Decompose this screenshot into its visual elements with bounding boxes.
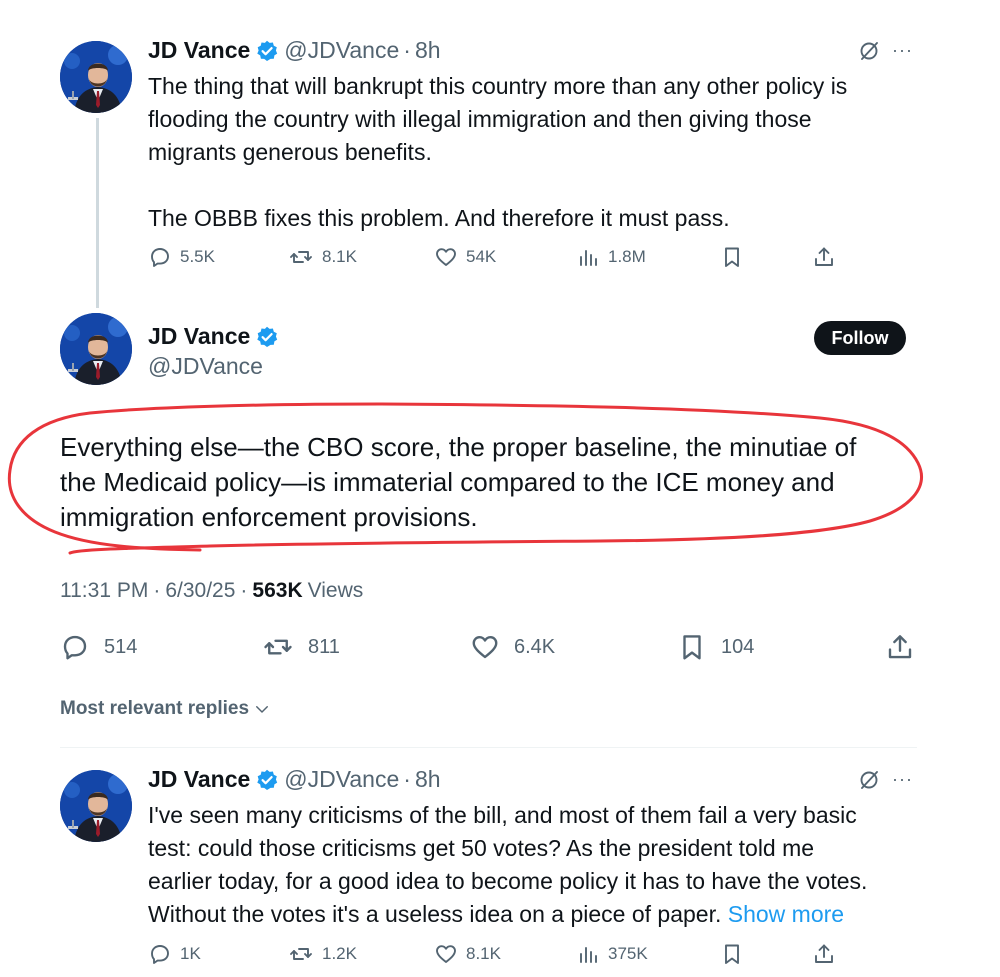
views-label: Views (307, 579, 364, 602)
repost-icon (264, 639, 292, 655)
reply-icon (63, 635, 87, 660)
reply-button[interactable]: 514 (60, 632, 137, 662)
share-icon (888, 635, 912, 659)
tweet-text-line: The OBBB fixes this problem. And therefo… (148, 205, 730, 231)
tweet-timestamp[interactable]: 8h (415, 766, 441, 793)
views-button[interactable]: 1.8M (576, 245, 646, 269)
like-count: 54K (466, 247, 497, 266)
views-button[interactable]: 375K (576, 942, 648, 966)
avatar[interactable] (60, 41, 132, 113)
tweet-timestamp[interactable]: 8h (415, 37, 441, 64)
reply-icon (151, 248, 169, 267)
replies-sort-label: Most relevant replies (60, 698, 250, 719)
tweet-text-line: I've seen many criticisms of the bill, a… (148, 802, 857, 828)
tweet-text-span: Without the votes it's a useless idea on… (148, 901, 722, 927)
reply-count: 514 (104, 635, 138, 658)
verified-badge-icon (256, 768, 279, 791)
verified-badge-icon (256, 39, 279, 62)
tweet-text-line: test: could those criticisms get 50 vote… (148, 835, 815, 861)
like-button[interactable]: 8.1K (434, 942, 501, 966)
chevron-down-icon (256, 706, 268, 713)
verified-badge-icon (256, 325, 279, 348)
separator-dot: · (403, 37, 411, 63)
tweet-text-line: immigration enforcement provisions. (60, 502, 478, 532)
avatar[interactable] (60, 313, 132, 385)
repost-button[interactable]: 8.1K (288, 245, 357, 269)
tweet-text: I've seen many criticisms of the bill, a… (148, 799, 968, 931)
repost-count: 8.1K (322, 247, 357, 266)
tweet-text-line: the Medicaid policy—is immaterial compar… (60, 467, 835, 497)
bookmark-count: 104 (721, 635, 755, 658)
replies-sort-dropdown[interactable]: Most relevant replies (60, 698, 271, 720)
reply-count: 5.5K (180, 247, 215, 266)
share-button[interactable] (812, 942, 836, 966)
views-chart-icon (580, 250, 597, 266)
tweet-text-line: Without the votes it's a useless idea on… (148, 898, 968, 931)
tweet-time[interactable]: 11:31 PM (60, 579, 148, 603)
like-count: 6.4K (514, 635, 556, 658)
tweet-text: The thing that will bankrupt this countr… (148, 70, 948, 235)
author-name[interactable]: JD Vance (148, 323, 250, 350)
views-count: 375K (608, 944, 648, 963)
divider (60, 747, 917, 748)
reply-button[interactable]: 1K (148, 942, 201, 966)
like-button[interactable]: 54K (434, 245, 496, 269)
main-tweet-text: Everything else—the CBO score, the prope… (60, 430, 940, 535)
repost-count: 811 (308, 635, 340, 658)
reply-count: 1K (180, 944, 201, 963)
share-button[interactable] (885, 632, 915, 662)
separator-dot: · (240, 579, 248, 602)
show-more-link[interactable]: Show more (728, 901, 844, 927)
heart-icon (472, 636, 498, 659)
heart-icon (436, 248, 456, 266)
like-count: 8.1K (466, 944, 501, 963)
views-chart-icon (580, 947, 597, 963)
bookmark-button[interactable] (720, 245, 744, 269)
share-icon (815, 944, 833, 963)
tweet-text-line: The thing that will bankrupt this countr… (148, 73, 848, 99)
tweet-text-line: earlier today, for a good idea to become… (148, 868, 868, 894)
repost-button[interactable]: 811 (262, 632, 340, 662)
bookmark-icon (683, 635, 701, 660)
reply-button[interactable]: 5.5K (148, 245, 215, 269)
author-name[interactable]: JD Vance (148, 766, 250, 793)
views-count: 563K (252, 579, 303, 602)
separator-dot: · (153, 579, 161, 602)
follow-button[interactable]: Follow (814, 321, 906, 355)
author-name[interactable]: JD Vance (148, 37, 250, 64)
tweet-text-line: Everything else—the CBO score, the prope… (60, 432, 857, 462)
tweet-text-line: migrants generous benefits. (148, 139, 432, 165)
bookmark-icon (725, 247, 739, 267)
bookmark-icon (725, 944, 739, 964)
heart-icon (436, 945, 456, 963)
tweet-date[interactable]: 6/30/25 (165, 579, 235, 603)
author-handle[interactable]: @JDVance (148, 353, 263, 380)
separator-dot: · (403, 766, 411, 792)
repost-button[interactable]: 1.2K (288, 942, 357, 966)
bookmark-button[interactable]: 104 (677, 632, 754, 662)
repost-icon (290, 948, 312, 960)
tweet-text-line: flooding the country with illegal immigr… (148, 106, 812, 132)
bookmark-button[interactable] (720, 942, 744, 966)
author-handle[interactable]: @JDVance (284, 37, 399, 64)
more-options-icon[interactable]: ··· (892, 769, 913, 790)
repost-count: 1.2K (322, 944, 357, 963)
grok-icon[interactable] (858, 769, 880, 796)
like-button[interactable]: 6.4K (470, 632, 555, 662)
more-options-icon[interactable]: ··· (892, 40, 913, 61)
share-icon (815, 247, 833, 266)
tweet-header: JD Vance @JDVance · 8h (148, 766, 441, 793)
share-button[interactable] (812, 245, 836, 269)
reply-icon (151, 945, 169, 964)
main-tweet-author: JD Vance (148, 323, 279, 350)
thread-connector-line (96, 118, 99, 308)
author-handle[interactable]: @JDVance (284, 766, 399, 793)
tweet-metadata: 11:31 PM · 6/30/25 · 563K Views (60, 579, 363, 603)
repost-icon (290, 251, 312, 263)
avatar[interactable] (60, 770, 132, 842)
tweet-header: JD Vance @JDVance · 8h (148, 37, 441, 64)
grok-icon[interactable] (858, 40, 880, 67)
views-count: 1.8M (608, 247, 646, 266)
